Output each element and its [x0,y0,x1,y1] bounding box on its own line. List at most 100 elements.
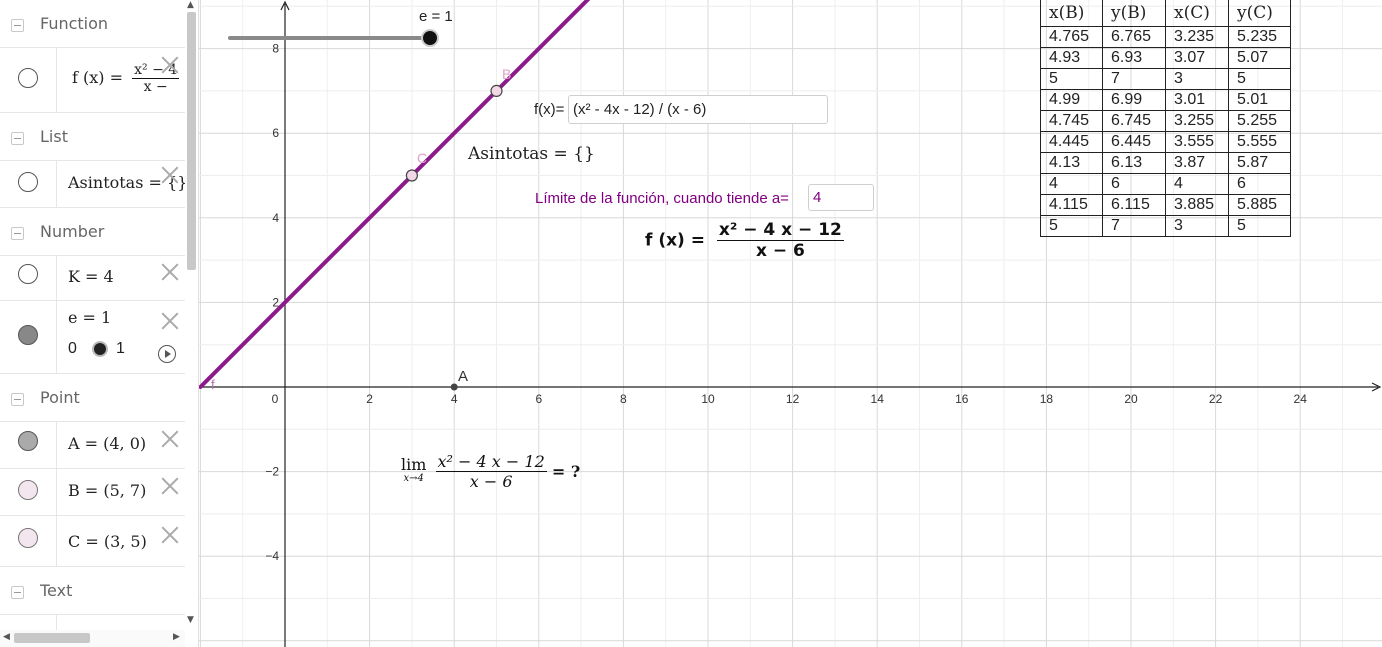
table-cell: 3 [1165,68,1229,90]
table-cell: 3.07 [1165,47,1229,69]
collapse-toggle-icon[interactable] [11,132,24,145]
function-formula: f (x) = x² − 4 x − 12 x − 6 [645,220,844,261]
collapse-toggle-icon[interactable] [11,393,24,406]
slider-handle[interactable] [421,29,439,47]
limit-subscript: x→4 [403,472,424,484]
x-tick-label: 8 [620,392,627,406]
table-row: 4.115 6.115 3.885 5.885 [1040,194,1291,216]
table-cell: 6.745 [1102,110,1166,132]
delete-icon[interactable] [161,263,179,281]
table-cell: 6.115 [1102,194,1166,216]
formula-numerator: x² − 4 x − 12 [718,220,842,240]
point-a-label: A [458,368,469,385]
delete-icon[interactable] [161,166,179,184]
y-tick-label: −4 [265,549,279,563]
formula-denominator: x − 6 [716,240,844,261]
table-cell: 6.99 [1102,89,1166,111]
category-point[interactable]: Point [0,374,185,422]
table-cell: 6 [1102,173,1166,195]
table-cell: 6.93 [1102,47,1166,69]
point-definition[interactable]: A = (4, 0) [68,434,146,453]
limit-input-field[interactable]: 4 [808,184,874,211]
delete-icon[interactable] [161,56,179,74]
algebra-item-point-a[interactable]: A = (4, 0) [0,422,185,469]
slider-label: e = 1 [419,8,453,25]
table-row: 4646 [1040,173,1291,195]
visibility-toggle-icon[interactable] [18,431,38,451]
function-input-field[interactable]: (x² - 4x - 12) / (x - 6) [568,95,828,124]
delete-icon[interactable] [161,477,179,495]
table-cell: 4.93 [1040,47,1103,69]
play-icon[interactable] [158,345,176,363]
algebra-view: Function f (x) = x² − 4 x − List Asintot… [0,0,199,647]
delete-icon[interactable] [161,526,179,544]
algebra-item-point-c[interactable]: C = (3, 5) [0,516,185,567]
slider-min-label: 0 [68,340,77,357]
table-header: y(B) [1102,0,1166,27]
collapse-toggle-icon[interactable] [11,586,24,599]
vertical-scrollbar-thumb[interactable] [187,12,196,270]
number-definition[interactable]: K = 4 [68,267,114,286]
visibility-toggle-icon[interactable] [18,68,38,88]
table-cell: 6.765 [1102,26,1166,48]
scroll-right-icon[interactable]: ▶ [173,632,180,642]
table-cell: 3.885 [1165,194,1229,216]
table-cell: 6.13 [1102,152,1166,174]
table-row: 4.93 6.93 3.07 5.07 [1040,47,1291,69]
category-function[interactable]: Function [0,0,185,48]
point-c[interactable] [405,169,418,182]
scroll-down-icon[interactable]: ▼ [187,615,194,625]
function-label: f [211,377,215,392]
algebra-item-point-b[interactable]: B = (5, 7) [0,469,185,516]
point-b-label: B [502,66,512,82]
x-tick-label: 6 [535,392,542,406]
table-cell: 5.555 [1228,131,1291,153]
table-cell: 5 [1040,68,1103,90]
algebra-item-f[interactable]: f (x) = x² − 4 x − [0,48,185,113]
y-tick-label: −2 [265,465,279,479]
function-denominator: x − [132,78,180,95]
point-definition[interactable]: C = (3, 5) [68,532,147,551]
visibility-toggle-icon[interactable] [18,172,38,192]
point-b[interactable] [490,84,503,98]
function-graph[interactable] [199,0,591,389]
table-cell: 4 [1165,173,1229,195]
table-cell: 7 [1102,215,1166,237]
visibility-toggle-icon[interactable] [18,528,38,548]
table-cell: 5.01 [1228,89,1291,111]
category-list[interactable]: List [0,113,185,161]
algebra-item-asintotas[interactable]: Asintotas = {} [0,161,187,208]
table-cell: 4.13 [1040,152,1103,174]
algebra-item-k[interactable]: K = 4 [0,256,185,301]
table-row: 5735 [1040,68,1291,90]
category-number[interactable]: Number [0,208,185,256]
slider-track[interactable] [228,36,430,40]
delete-icon[interactable] [161,312,179,330]
collapse-toggle-icon[interactable] [11,19,24,32]
scroll-up-icon[interactable]: ▲ [187,0,194,10]
category-text[interactable]: Text [0,567,185,615]
limit-label: Límite de la función, cuando tiende a= [535,190,789,207]
slider-handle[interactable] [92,341,108,357]
y-tick-label: 8 [272,42,279,56]
table-cell: 3.235 [1165,26,1229,48]
horizontal-scrollbar-thumb[interactable] [14,633,90,643]
visibility-toggle-icon[interactable] [18,480,38,500]
point-definition[interactable]: B = (5, 7) [68,481,146,500]
algebra-item-e[interactable]: e = 1 0 1 [0,301,185,374]
table-cell: 5 [1040,215,1103,237]
visibility-toggle-icon[interactable] [18,264,38,284]
asintotas-text: Asintotas = {} [468,144,595,164]
x-tick-label: 12 [786,392,800,406]
table-cell: 4.745 [1040,110,1103,132]
scroll-left-icon[interactable]: ◀ [3,632,10,642]
number-definition[interactable]: e = 1 [68,308,111,327]
limit-rhs: = ? [551,462,581,481]
visibility-toggle-icon[interactable] [18,325,38,345]
collapse-toggle-icon[interactable] [11,227,24,240]
delete-icon[interactable] [161,430,179,448]
x-tick-label: 14 [871,392,885,406]
table-row: 4.445 6.445 3.555 5.555 [1040,131,1291,153]
point-a[interactable] [450,383,458,391]
table-row: 4.13 6.13 3.87 5.87 [1040,152,1291,174]
